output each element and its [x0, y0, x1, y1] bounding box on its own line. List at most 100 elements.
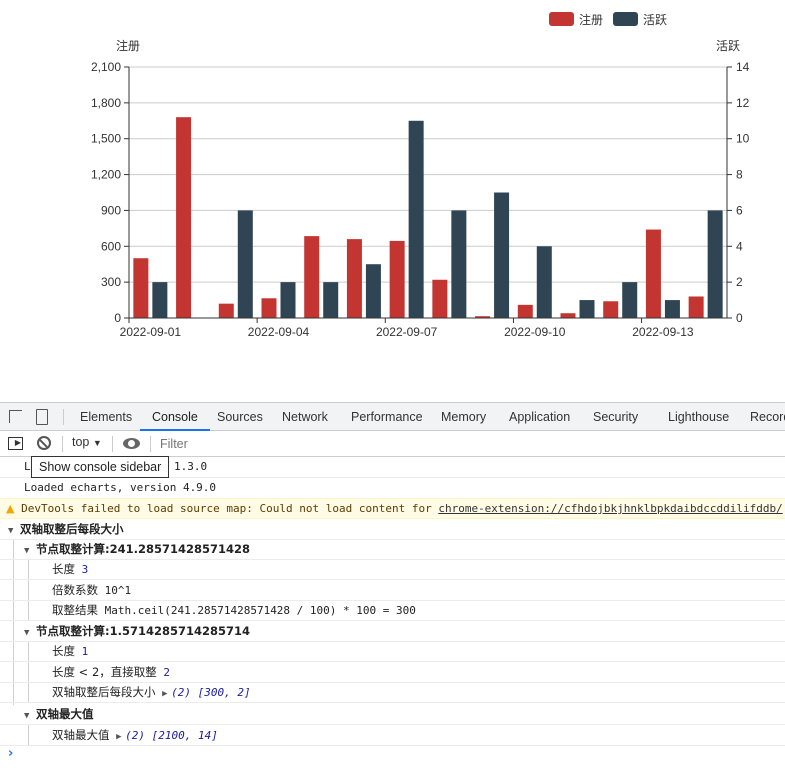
log-label: 长度 — [52, 644, 75, 658]
legend-label-register: 注册 — [579, 12, 603, 27]
left-tick-label: 1,800 — [91, 96, 121, 110]
bar-register[interactable] — [304, 236, 320, 318]
log-label: 倍数系数 — [52, 583, 98, 597]
array-value[interactable]: (2) [2100, 14] — [125, 729, 218, 742]
tab-elements[interactable]: Elements — [80, 403, 132, 431]
x-tick-label: 2022-09-13 — [632, 325, 694, 339]
bar-active[interactable] — [579, 300, 595, 318]
console-filter-input[interactable] — [156, 434, 776, 454]
log-value: 3 — [81, 563, 89, 576]
console-sidebar-icon[interactable]: ▶ — [8, 437, 23, 450]
console-prompt-icon[interactable]: › — [8, 746, 13, 761]
log-text: L — [24, 460, 31, 473]
expand-triangle-icon[interactable]: ▼ — [24, 706, 36, 724]
tab-memory[interactable]: Memory — [441, 403, 486, 431]
log-label: 双轴最大值 — [52, 728, 110, 742]
bar-register[interactable] — [346, 239, 362, 318]
warning-text: DevTools failed to load source map: Coul… — [21, 502, 439, 515]
bar-active[interactable] — [664, 300, 680, 318]
log-text: 1.3.0 — [174, 460, 208, 473]
device-toolbar-icon[interactable] — [36, 409, 48, 425]
log-text: Loaded echarts, version 4.9.0 — [24, 481, 217, 494]
log-value: 1 — [81, 645, 89, 658]
tab-sources[interactable]: Sources — [217, 403, 263, 431]
legend-label-active: 活跃 — [643, 13, 667, 27]
bar-active[interactable] — [280, 282, 296, 318]
bar-active[interactable] — [365, 264, 381, 318]
devtools-tab-bar: Elements Console Sources Network Performance… — [0, 403, 785, 431]
left-tick-label: 900 — [101, 203, 121, 217]
tooltip: Show console sidebar — [31, 456, 170, 478]
expand-triangle-icon[interactable]: ▼ — [24, 541, 36, 559]
bar-register[interactable] — [176, 117, 192, 318]
tab-security[interactable]: Security — [593, 403, 638, 431]
left-axis-name: 注册 — [116, 38, 140, 53]
legend[interactable]: 注册 活跃 — [549, 12, 667, 27]
bar-active[interactable] — [622, 282, 638, 318]
log-row: 倍数系数 10^1 — [0, 580, 785, 601]
left-tick-label: 1,500 — [91, 132, 121, 146]
left-tick-label: 2,100 — [91, 60, 121, 74]
source-map-link[interactable]: chrome-extension://cfhdojbkjhnklbpkdaibd… — [438, 502, 782, 515]
console-group[interactable]: ▼ 节点取整计算:1.5714285714285714 — [0, 621, 785, 642]
log-row: 长度 < 2，直接取整 2 — [0, 662, 785, 683]
bar-active[interactable] — [536, 246, 552, 318]
bar-register[interactable] — [261, 298, 277, 318]
expand-arrow-icon[interactable]: ▶ — [162, 684, 171, 702]
dual-axis-bar-chart: 0 0 300 2 600 4 900 6 1,200 8 1,500 10 1,800 12 2,100 1… — [91, 12, 750, 339]
log-row: 取整结果 Math.ceil(241.28571428571428 / 100)… — [0, 600, 785, 621]
right-tick-label: 4 — [736, 239, 743, 253]
tab-console[interactable]: Console — [140, 403, 210, 431]
bar-active[interactable] — [152, 282, 168, 318]
log-row: Loaded echarts, version 4.9.0 — [0, 478, 785, 499]
bar-active[interactable] — [707, 210, 723, 318]
bar-active[interactable] — [237, 210, 253, 318]
tab-application[interactable]: Application — [509, 403, 570, 431]
x-tick-label: 2022-09-04 — [248, 325, 310, 339]
bar-active[interactable] — [494, 192, 510, 319]
right-tick-label: 12 — [736, 96, 750, 110]
bar-register[interactable] — [645, 229, 661, 318]
x-tick-label: 2022-09-10 — [504, 325, 566, 339]
expand-triangle-icon[interactable]: ▼ — [24, 623, 36, 641]
bar-register[interactable] — [560, 313, 576, 318]
log-value: Math.ceil(241.28571428571428 / 100) * 10… — [104, 604, 416, 617]
x-tick-label: 2022-09-07 — [376, 325, 438, 339]
left-tick-label: 0 — [114, 311, 121, 325]
clear-console-icon[interactable] — [37, 436, 51, 450]
console-group[interactable]: ▼ 双轴取整后每段大小 — [0, 519, 785, 540]
bar-register[interactable] — [389, 240, 405, 318]
group-title: 双轴取整后每段大小 — [20, 522, 124, 536]
bar-register[interactable] — [432, 279, 448, 318]
expand-arrow-icon[interactable]: ▶ — [116, 727, 125, 745]
log-value: 10^1 — [104, 584, 132, 597]
expand-triangle-icon[interactable]: ▼ — [8, 521, 20, 539]
tab-performance[interactable]: Performance — [351, 403, 423, 431]
right-tick-label: 2 — [736, 275, 743, 289]
array-value[interactable]: (2) [300, 2] — [171, 686, 250, 699]
tab-recorder[interactable]: Recorder — [750, 403, 785, 431]
console-group[interactable]: ▼ 节点取整计算:241.28571428571428 — [0, 539, 785, 560]
tab-network[interactable]: Network — [282, 403, 328, 431]
left-tick-label: 600 — [101, 239, 121, 253]
bar-register[interactable] — [688, 296, 704, 318]
context-selector[interactable]: top ▼ — [72, 435, 102, 449]
bar-register[interactable] — [133, 258, 149, 318]
log-value: 2 — [163, 666, 171, 679]
x-tick-label: 2022-09-01 — [120, 325, 182, 339]
legend-swatch-active — [613, 12, 638, 26]
tab-lighthouse[interactable]: Lighthouse — [668, 403, 729, 431]
inspect-element-icon[interactable] — [9, 410, 22, 423]
bar-active[interactable] — [323, 282, 339, 318]
context-label: top — [72, 435, 90, 449]
group-title: 双轴最大值 — [36, 707, 94, 721]
live-expression-eye-icon[interactable] — [123, 438, 140, 449]
console-group[interactable]: ▼ 双轴最大值 — [0, 704, 785, 725]
bar-register[interactable] — [603, 301, 619, 318]
right-tick-label: 6 — [736, 203, 743, 217]
bar-active[interactable] — [451, 210, 467, 318]
bar-active[interactable] — [408, 120, 424, 319]
log-label: 取整结果 — [52, 603, 98, 617]
bar-register[interactable] — [517, 304, 533, 318]
bar-register[interactable] — [218, 303, 234, 318]
